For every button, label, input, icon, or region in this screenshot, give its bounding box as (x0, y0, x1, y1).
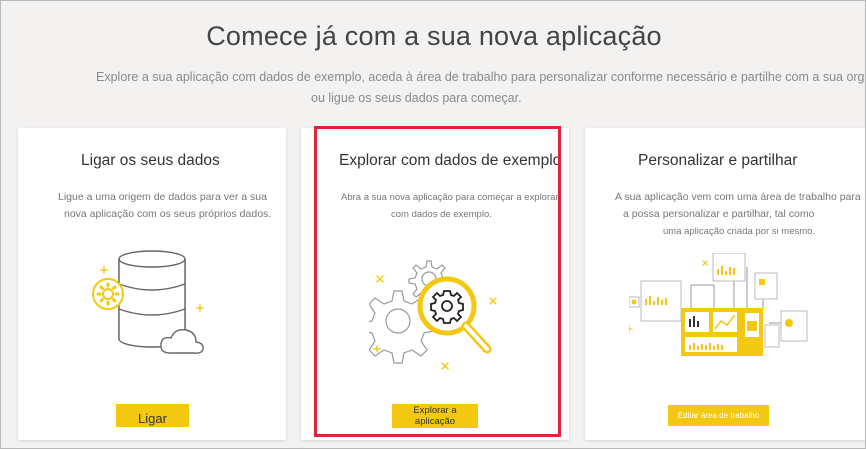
page-subtitle: Explore a sua aplicação com dados de exe… (96, 67, 865, 109)
card-title: Ligar os seus dados (81, 152, 220, 169)
subtitle-line-2: ou ligue os seus dados para começar. (311, 91, 522, 105)
card-description: Ligue a uma origem de dados para ver a s… (58, 189, 278, 223)
subtitle-line-1: Explore a sua aplicação com dados de exe… (96, 70, 865, 84)
card-customize-share: Personalizar e partilhar A sua aplicação… (585, 128, 865, 440)
card-title: Personalizar e partilhar (638, 152, 798, 169)
page-title: Comece já com a sua nova aplicação (206, 21, 662, 51)
desc-line-3: uma aplicação criada por si mesmo. (663, 226, 816, 237)
card-connect-data: Ligar os seus dados Ligue a uma origem d… (18, 128, 286, 440)
connect-button[interactable]: Ligar (116, 404, 189, 427)
card-description: A sua aplicação vem com uma área de trab… (615, 189, 865, 240)
dashboard-icon (625, 252, 809, 363)
highlight-frame (314, 126, 561, 437)
desc-line-1: Ligue a uma origem de dados para ver a s… (58, 191, 267, 203)
database-cloud-icon (88, 246, 218, 366)
desc-line-2: nova aplicação com os seus próprios dado… (64, 208, 272, 220)
desc-line-1: A sua aplicação vem com uma área de trab… (615, 191, 861, 203)
edit-workspace-button[interactable]: Editar área de trabalho (668, 405, 769, 426)
main-frame: Comece já com a sua nova aplicação Explo… (0, 0, 866, 449)
desc-line-2: a possa personalizar e partilhar, tal co… (623, 208, 815, 220)
